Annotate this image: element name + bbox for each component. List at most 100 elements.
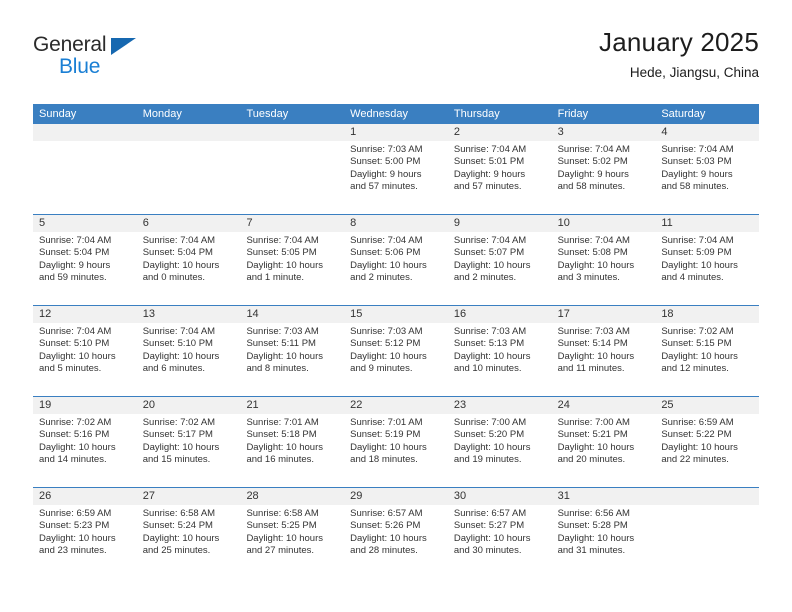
day-cell[interactable]: 23 Sunrise: 7:00 AM Sunset: 5:20 PM Dayligh…	[447, 397, 552, 487]
daylight-text: Daylight: 10 hours	[350, 532, 427, 544]
day-cell[interactable]: 24 Sunrise: 7:00 AM Sunset: 5:21 PM Dayligh…	[551, 397, 656, 487]
sunset-text: Sunset: 5:00 PM	[350, 156, 421, 168]
day-cell[interactable]: 17 Sunrise: 7:03 AM Sunset: 5:14 PM Dayligh…	[551, 306, 656, 396]
daylight-text: and 58 minutes.	[557, 181, 626, 193]
sunset-text: Sunset: 5:04 PM	[39, 247, 110, 259]
daylight-text: and 19 minutes.	[453, 454, 522, 466]
logo-text-blue: Blue	[59, 55, 101, 78]
daylight-text: Daylight: 10 hours	[453, 441, 531, 453]
day-details: Sunrise: 6:57 AM Sunset: 5:26 PM Daylight:…	[344, 505, 448, 558]
logo-triangle-icon	[111, 38, 136, 55]
sunrise-text: Sunrise: 7:00 AM	[453, 417, 527, 428]
daylight-text: and 18 minutes.	[350, 454, 418, 466]
day-cell[interactable]: 15 Sunrise: 7:03 AM Sunset: 5:12 PM Dayligh…	[344, 306, 448, 396]
sunrise-text: Sunrise: 7:04 AM	[557, 144, 630, 155]
day-cell[interactable]: 10 Sunrise: 7:04 AM Sunset: 5:08 PM Dayligh…	[551, 215, 656, 305]
daylight-text: and 30 minutes.	[453, 545, 522, 557]
day-number: 28	[240, 488, 345, 505]
day-cell[interactable]: 9 Sunrise: 7:04 AM Sunset: 5:07 PM Daylight…	[447, 215, 552, 305]
daylight-text: and 25 minutes.	[142, 545, 211, 557]
sunset-text: Sunset: 5:28 PM	[557, 520, 628, 532]
sunset-text: Sunset: 5:18 PM	[246, 429, 317, 441]
day-number: 5	[33, 215, 137, 232]
day-details: Sunrise: 7:03 AM Sunset: 5:14 PM Daylight:…	[552, 323, 656, 376]
day-cell[interactable]: 25 Sunrise: 6:59 AM Sunset: 5:22 PM Dayligh…	[655, 397, 760, 487]
day-cell[interactable]: 11 Sunrise: 7:04 AM Sunset: 5:09 PM Dayligh…	[655, 215, 760, 305]
day-cell[interactable]: 5 Sunrise: 7:04 AM Sunset: 5:04 PM Daylight…	[33, 215, 137, 305]
sunrise-text: Sunrise: 7:01 AM	[350, 417, 423, 428]
week-row: 5 Sunrise: 7:04 AM Sunset: 5:04 PM Daylight…	[33, 214, 760, 305]
day-number: 27	[136, 488, 241, 505]
day-number: 21	[240, 397, 345, 414]
day-cell[interactable]: 16 Sunrise: 7:03 AM Sunset: 5:13 PM Dayligh…	[447, 306, 552, 396]
daylight-text: and 15 minutes.	[142, 454, 211, 466]
sunset-text: Sunset: 5:12 PM	[350, 338, 421, 350]
day-cell[interactable]: 27 Sunrise: 6:58 AM Sunset: 5:24 PM Dayligh…	[136, 488, 241, 578]
day-cell[interactable]: 31 Sunrise: 6:56 AM Sunset: 5:28 PM Dayligh…	[551, 488, 656, 578]
day-cell[interactable]: 13 Sunrise: 7:04 AM Sunset: 5:10 PM Dayligh…	[136, 306, 241, 396]
sunrise-text: Sunrise: 7:04 AM	[453, 144, 527, 155]
day-cell[interactable]: 14 Sunrise: 7:03 AM Sunset: 5:11 PM Dayligh…	[240, 306, 345, 396]
daylight-text: Daylight: 10 hours	[661, 259, 738, 271]
sunrise-text: Sunrise: 7:02 AM	[142, 417, 216, 428]
day-details: Sunrise: 7:02 AM Sunset: 5:15 PM Daylight:…	[655, 323, 759, 376]
daylight-text: and 28 minutes.	[350, 545, 418, 557]
day-number: 15	[344, 306, 448, 323]
day-details: Sunrise: 6:59 AM Sunset: 5:22 PM Daylight:…	[655, 414, 759, 467]
day-number: 29	[344, 488, 448, 505]
sunset-text: Sunset: 5:21 PM	[557, 429, 628, 441]
day-cell[interactable]: 3 Sunrise: 7:04 AM Sunset: 5:02 PM Daylight…	[551, 124, 656, 214]
daylight-text: Daylight: 10 hours	[142, 441, 220, 453]
day-details: Sunrise: 7:04 AM Sunset: 5:08 PM Daylight:…	[552, 232, 656, 285]
day-cell[interactable]: 21 Sunrise: 7:01 AM Sunset: 5:18 PM Dayligh…	[240, 397, 345, 487]
daylight-text: and 11 minutes.	[557, 363, 625, 375]
calendar-grid: Sunday Monday Tuesday Wednesday Thursday…	[33, 104, 760, 578]
day-cell[interactable]: 8 Sunrise: 7:04 AM Sunset: 5:06 PM Daylight…	[344, 215, 448, 305]
day-cell[interactable]: 19 Sunrise: 7:02 AM Sunset: 5:16 PM Dayligh…	[33, 397, 137, 487]
sunrise-text: Sunrise: 7:02 AM	[39, 417, 112, 428]
day-cell[interactable]: 26 Sunrise: 6:59 AM Sunset: 5:23 PM Dayligh…	[33, 488, 137, 578]
day-cell[interactable]: 29 Sunrise: 6:57 AM Sunset: 5:26 PM Dayligh…	[344, 488, 448, 578]
day-cell[interactable]: 22 Sunrise: 7:01 AM Sunset: 5:19 PM Dayligh…	[344, 397, 448, 487]
day-number: 12	[33, 306, 137, 323]
sunset-text: Sunset: 5:02 PM	[557, 156, 628, 168]
day-cell[interactable]: 1 Sunrise: 7:03 AM Sunset: 5:00 PM Daylight…	[344, 124, 448, 214]
day-cell-empty	[240, 124, 345, 214]
day-cell[interactable]: 12 Sunrise: 7:04 AM Sunset: 5:10 PM Dayligh…	[33, 306, 137, 396]
day-number: 8	[344, 215, 448, 232]
day-number: 1	[344, 124, 448, 141]
day-cell[interactable]: 6 Sunrise: 7:04 AM Sunset: 5:04 PM Daylight…	[136, 215, 241, 305]
sunrise-text: Sunrise: 7:01 AM	[246, 417, 319, 428]
daylight-text: and 2 minutes.	[453, 272, 517, 284]
sunrise-text: Sunrise: 6:58 AM	[246, 508, 319, 519]
sunset-text: Sunset: 5:27 PM	[453, 520, 525, 532]
day-cell[interactable]: 28 Sunrise: 6:58 AM Sunset: 5:25 PM Dayligh…	[240, 488, 345, 578]
day-cell[interactable]: 18 Sunrise: 7:02 AM Sunset: 5:15 PM Dayligh…	[655, 306, 760, 396]
daylight-text: Daylight: 10 hours	[557, 441, 635, 453]
day-cell[interactable]: 7 Sunrise: 7:04 AM Sunset: 5:05 PM Daylight…	[240, 215, 345, 305]
day-cell[interactable]: 4 Sunrise: 7:04 AM Sunset: 5:03 PM Daylight…	[655, 124, 760, 214]
sunset-text: Sunset: 5:06 PM	[350, 247, 421, 259]
sunset-text: Sunset: 5:08 PM	[557, 247, 628, 259]
day-number: 16	[447, 306, 552, 323]
daylight-text: and 5 minutes.	[39, 363, 102, 375]
sunrise-text: Sunrise: 7:03 AM	[350, 326, 423, 337]
daylight-text: and 31 minutes.	[557, 545, 626, 557]
day-details: Sunrise: 7:00 AM Sunset: 5:20 PM Daylight:…	[448, 414, 552, 467]
day-details: Sunrise: 7:04 AM Sunset: 5:10 PM Daylight:…	[33, 323, 137, 376]
sunrise-text: Sunrise: 6:58 AM	[142, 508, 216, 519]
day-cell[interactable]: 30 Sunrise: 6:57 AM Sunset: 5:27 PM Dayligh…	[447, 488, 552, 578]
daylight-text: Daylight: 10 hours	[557, 350, 635, 362]
day-details: Sunrise: 6:56 AM Sunset: 5:28 PM Daylight:…	[552, 505, 656, 558]
day-cell[interactable]: 2 Sunrise: 7:04 AM Sunset: 5:01 PM Daylight…	[447, 124, 552, 214]
daylight-text: Daylight: 9 hours	[39, 259, 111, 271]
sunrise-text: Sunrise: 7:03 AM	[246, 326, 319, 337]
daylight-text: Daylight: 10 hours	[246, 350, 324, 362]
daylight-text: Daylight: 10 hours	[661, 441, 738, 453]
weekday-header-friday: Friday	[557, 108, 589, 120]
day-number	[136, 124, 241, 141]
day-details: Sunrise: 7:04 AM Sunset: 5:01 PM Daylight:…	[448, 141, 552, 194]
daylight-text: and 59 minutes.	[39, 272, 107, 284]
day-cell[interactable]: 20 Sunrise: 7:02 AM Sunset: 5:17 PM Dayligh…	[136, 397, 241, 487]
week-row: 12 Sunrise: 7:04 AM Sunset: 5:10 PM Dayligh…	[33, 305, 760, 396]
